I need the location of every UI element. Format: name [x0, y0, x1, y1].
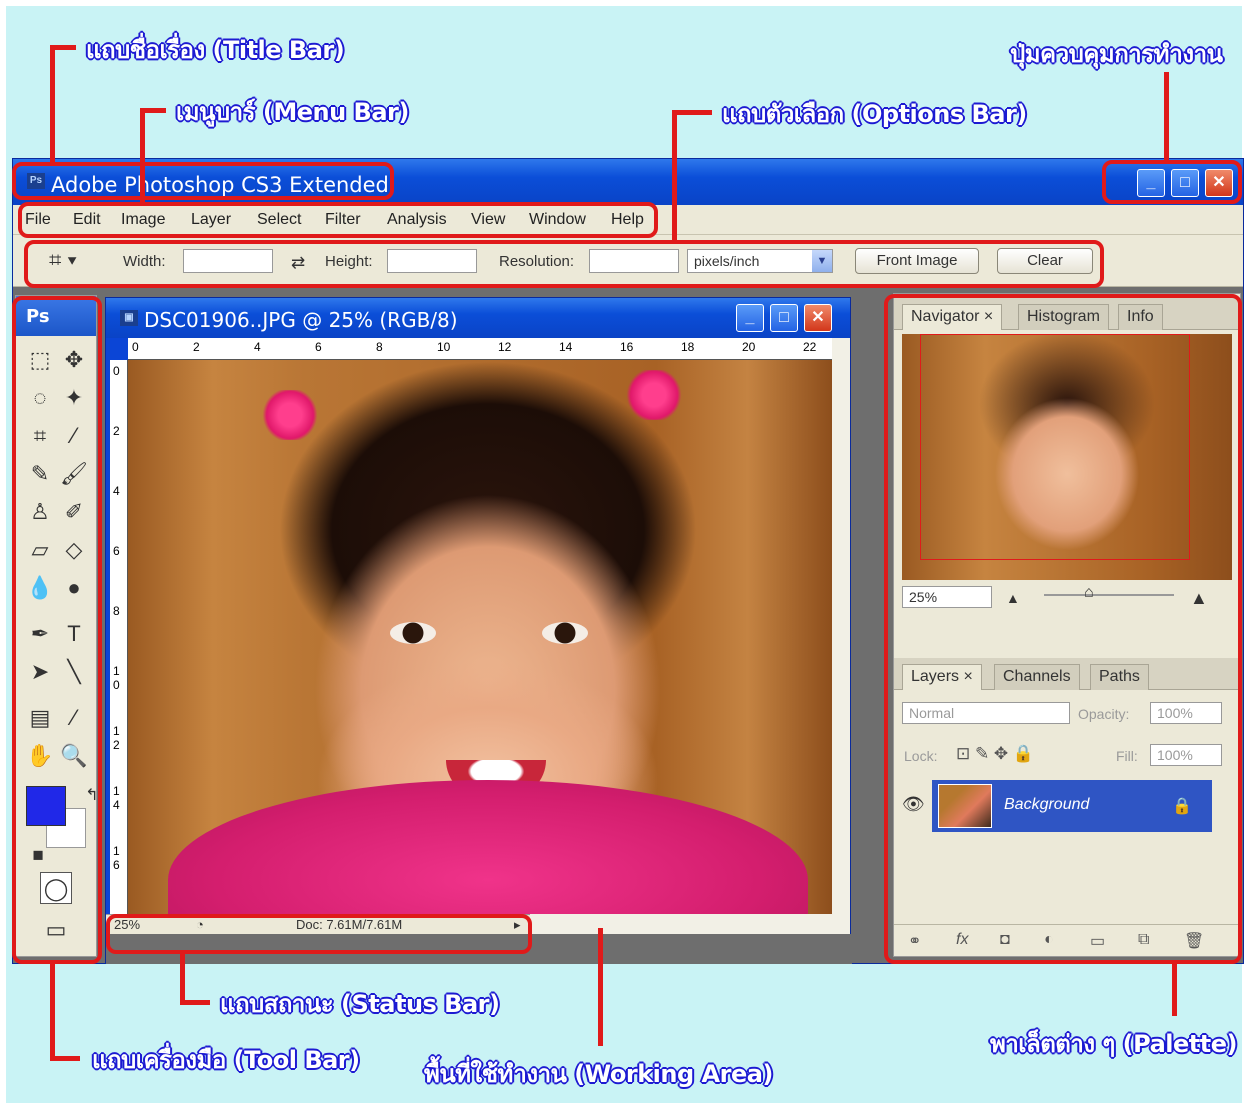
line-status-v: [180, 954, 185, 1004]
highlight-palette: [884, 294, 1242, 964]
highlight-status-bar: [106, 914, 532, 954]
document-title-bar[interactable]: ▣ DSC01906..JPG @ 25% (RGB/8) _ □ ✕: [106, 298, 850, 338]
line-work-v: [598, 928, 603, 1046]
line-options-h: [672, 110, 712, 115]
line-status-h: [180, 1000, 210, 1005]
ruler-top-number: 18: [681, 340, 695, 354]
document-window: ▣ DSC01906..JPG @ 25% (RGB/8) _ □ ✕ 0 2 4 6…: [105, 297, 852, 964]
highlight-window-controls: [1102, 160, 1242, 204]
highlight-title-bar: [12, 162, 394, 200]
ruler-left-number: 8: [113, 604, 120, 618]
ruler-left-number: 2: [113, 424, 120, 438]
line-tool-h: [50, 1056, 80, 1061]
document-title: DSC01906..JPG @ 25% (RGB/8): [144, 308, 458, 332]
ruler-top-number: 2: [193, 340, 200, 354]
ruler-left-number: 1 6: [113, 844, 120, 872]
callout-tool-bar: แถบเครื่องมือ (Tool Bar): [92, 1046, 360, 1074]
ruler-top-number: 22: [803, 340, 817, 354]
ruler-left-number: 4: [113, 484, 120, 498]
ruler-top-number: 12: [498, 340, 512, 354]
line-title-v: [50, 45, 55, 163]
ruler-top-number: 20: [742, 340, 756, 354]
line-tool-v: [50, 964, 55, 1060]
callout-palette: พาเล็ตต่าง ๆ (Palette): [990, 1030, 1237, 1058]
line-palette-v: [1172, 964, 1177, 1016]
eye-right: [542, 622, 588, 644]
ruler-left-number: 0: [113, 364, 120, 378]
ruler-horizontal[interactable]: 0 2 4 6 8 10 12 14 16 18 20 22: [128, 338, 832, 360]
ruler-top-number: 16: [620, 340, 634, 354]
doc-close-button[interactable]: ✕: [804, 304, 832, 332]
callout-window-controls: ปุ่มควบคุมการทำงาน: [1010, 40, 1223, 68]
callout-status-bar: แถบสถานะ (Status Bar): [220, 990, 500, 1018]
ruler-top-number: 0: [132, 340, 139, 354]
doc-minimize-button[interactable]: _: [736, 304, 764, 332]
hair-flower-left: [260, 390, 320, 440]
line-controls-v: [1164, 72, 1169, 162]
ruler-top-number: 10: [437, 340, 451, 354]
horizontal-scrollbar[interactable]: [530, 914, 850, 934]
vertical-scrollbar[interactable]: [832, 338, 850, 914]
hair-flower-right: [624, 370, 684, 420]
ruler-top-number: 6: [315, 340, 322, 354]
line-menu-v: [140, 108, 145, 204]
callout-options-bar: แถบตัวเลือก (Options Bar): [722, 100, 1027, 128]
ruler-left-number: 6: [113, 544, 120, 558]
ruler-top-number: 8: [376, 340, 383, 354]
ruler-top-number: 4: [254, 340, 261, 354]
line-options-v: [672, 110, 677, 242]
ruler-vertical[interactable]: 0 2 4 6 8 1 0 1 2 1 4 1 6: [110, 360, 128, 914]
doc-maximize-button[interactable]: □: [770, 304, 798, 332]
eye-left: [390, 622, 436, 644]
callout-title-bar: แถบชื่อเรื่อง (Title Bar): [86, 36, 345, 64]
callout-menu-bar: เมนูบาร์ (Menu Bar): [176, 98, 409, 126]
ruler-left-number: 1 0: [113, 664, 120, 692]
highlight-menu-bar: [18, 202, 658, 238]
shirt: [168, 780, 808, 914]
callout-working-area: พื้นที่ใช้ทำงาน (Working Area): [424, 1060, 773, 1088]
ruler-top-number: 14: [559, 340, 573, 354]
image-canvas[interactable]: [128, 360, 832, 914]
ruler-left-number: 1 4: [113, 784, 120, 812]
document-icon: ▣: [120, 310, 138, 326]
highlight-options-bar: [24, 240, 1104, 288]
highlight-tool-bar: [12, 296, 102, 964]
ruler-left-number: 1 2: [113, 724, 120, 752]
